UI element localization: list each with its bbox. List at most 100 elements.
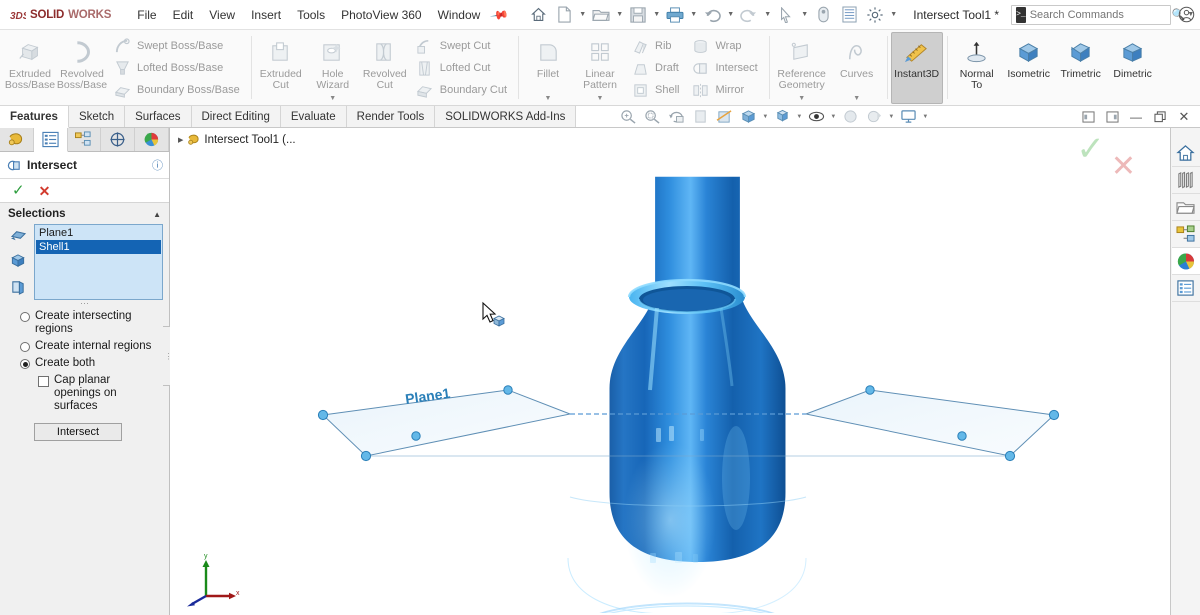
rotate-view-icon[interactable] (664, 106, 688, 127)
plane1-handle-mid-right[interactable] (957, 431, 967, 441)
redo-icon[interactable] (736, 2, 762, 28)
plane1-handle-top-mid-right[interactable] (865, 385, 875, 395)
model-viewport[interactable]: Plane1 (170, 128, 1170, 613)
swept-cut-button[interactable]: Swept Cut (411, 35, 514, 57)
linear-pattern-dropdown-icon[interactable]: ▼ (574, 95, 626, 104)
plane1-right-face[interactable] (804, 389, 1056, 457)
doc-close-icon[interactable]: ✕ (1172, 106, 1196, 127)
display-manager-tab[interactable] (135, 128, 169, 151)
chevron-right-icon[interactable]: ▶ (178, 136, 183, 144)
view-orientation-caret-icon[interactable]: ▼ (760, 106, 770, 127)
revolved-boss-base-button[interactable]: Revolved Boss/Base (56, 32, 108, 94)
doc-minimize-icon[interactable]: — (1124, 106, 1148, 127)
plane1-handle-bottom-left[interactable] (360, 450, 372, 462)
doc-restore-icon[interactable] (1148, 106, 1172, 127)
feature-tree-breadcrumb[interactable]: ▶ Intersect Tool1 (... (178, 133, 296, 146)
plane1-handle-top-left[interactable] (317, 409, 329, 421)
appearances-scenes-icon[interactable] (1171, 248, 1200, 275)
reference-geometry-dropdown-icon[interactable]: ▼ (773, 95, 831, 104)
options-table-icon[interactable] (836, 2, 862, 28)
checkbox-cap-planar-openings[interactable] (38, 376, 49, 387)
configuration-manager-tab[interactable] (68, 128, 102, 151)
hide-show-items-icon[interactable] (804, 106, 828, 127)
design-library-icon[interactable] (1171, 167, 1200, 194)
view-orientation-icon[interactable] (736, 106, 760, 127)
undo-icon[interactable] (699, 2, 725, 28)
boundary-cut-button[interactable]: Boundary Cut (411, 79, 514, 101)
file-explorer-icon[interactable] (1171, 194, 1200, 221)
select-caret-icon[interactable]: ▼ (799, 2, 810, 28)
menu-window[interactable]: Window (430, 4, 489, 26)
home-icon[interactable] (525, 2, 551, 28)
confirm-accept-icon[interactable]: ✓ (1076, 132, 1105, 166)
redo-caret-icon[interactable]: ▼ (762, 2, 773, 28)
property-manager-tab[interactable] (33, 128, 68, 152)
normal-to-button[interactable]: Normal To (951, 32, 1003, 94)
plane1-handle-bottom-right[interactable] (1004, 450, 1016, 462)
apply-scene-icon[interactable] (862, 106, 886, 127)
lofted-boss-base-button[interactable]: Lofted Boss/Base (108, 57, 247, 79)
linear-pattern-button[interactable]: Linear Pattern (574, 32, 626, 94)
tab-surfaces[interactable]: Surfaces (125, 106, 192, 127)
account-circle-icon[interactable] (1171, 1, 1200, 29)
save-caret-icon[interactable]: ▼ (651, 2, 662, 28)
plane1-handle-top-right[interactable] (1048, 409, 1060, 421)
edit-appearance-icon[interactable] (838, 106, 862, 127)
draft-button[interactable]: Draft (626, 57, 686, 79)
plane1-handle-mid-left[interactable] (411, 431, 421, 441)
fillet-button[interactable]: Fillet (522, 32, 574, 83)
plane1-handle-top-mid-left[interactable] (503, 385, 513, 395)
undo-caret-icon[interactable]: ▼ (725, 2, 736, 28)
menu-view[interactable]: View (201, 4, 243, 26)
tab-sketch[interactable]: Sketch (68, 106, 126, 127)
hide-show-caret-icon[interactable]: ▼ (828, 106, 838, 127)
rib-button[interactable]: Rib (626, 35, 686, 57)
shell-button[interactable]: Shell (626, 79, 686, 101)
extruded-boss-base-button[interactable]: Extruded Boss/Base (4, 32, 56, 94)
cancel-button[interactable]: ✕ (39, 184, 51, 198)
custom-properties-icon[interactable] (1171, 275, 1200, 302)
selections-section-header[interactable]: Selections ▲ (0, 203, 169, 224)
option-cap-planar-openings[interactable]: Cap planar openings on surfaces (6, 372, 163, 415)
option-create-intersecting-regions[interactable]: Create intersecting regions (6, 308, 163, 338)
tab-evaluate[interactable]: Evaluate (280, 106, 347, 127)
display-style-caret-icon[interactable]: ▼ (794, 106, 804, 127)
view-settings-caret-icon[interactable]: ▼ (920, 106, 930, 127)
pushpin-icon[interactable]: 📌 (490, 4, 510, 24)
settings-gear-icon[interactable] (862, 2, 888, 28)
radio-create-intersecting-regions[interactable] (20, 312, 30, 322)
wrap-button[interactable]: Wrap (686, 35, 764, 57)
selection-box-resize-grip[interactable]: ⋯ (6, 299, 163, 308)
curves-button[interactable]: Curves (831, 32, 883, 83)
search-commands-box[interactable]: >_ 🔍 ▼ (1011, 4, 1194, 25)
intersect-button[interactable]: Intersect (686, 57, 764, 79)
curves-dropdown-icon[interactable]: ▼ (831, 95, 883, 104)
zoom-to-fit-icon[interactable] (616, 106, 640, 127)
fillet-dropdown-icon[interactable]: ▼ (522, 95, 574, 104)
view-palette-icon[interactable] (1171, 221, 1200, 248)
menu-file[interactable]: File (129, 4, 164, 26)
chevron-up-icon[interactable]: ▲ (153, 210, 161, 219)
hole-wizard-button[interactable]: Hole Wizard (307, 32, 359, 94)
tab-render-tools[interactable]: Render Tools (346, 106, 436, 127)
radio-create-internal-regions[interactable] (20, 342, 30, 352)
plane-selection-icon[interactable] (10, 228, 27, 243)
swept-boss-base-button[interactable]: Swept Boss/Base (108, 35, 247, 57)
confirm-cancel-icon[interactable]: ✕ (1111, 150, 1136, 184)
dimxpert-manager-tab[interactable] (101, 128, 136, 151)
menu-photoview360[interactable]: PhotoView 360 (333, 4, 430, 26)
pan-icon[interactable] (688, 106, 712, 127)
feature-manager-tab[interactable] (0, 128, 34, 151)
graphics-area[interactable]: ▶ Intersect Tool1 (... ✓ ✕ Plane1 y x (170, 128, 1170, 615)
extruded-cut-button[interactable]: Extruded Cut (255, 32, 307, 94)
lofted-cut-button[interactable]: Lofted Cut (411, 57, 514, 79)
reference-geometry-button[interactable]: Reference Geometry (773, 32, 831, 94)
select-arrow-icon[interactable] (773, 2, 799, 28)
new-document-caret-icon[interactable]: ▼ (577, 2, 588, 28)
apply-scene-caret-icon[interactable]: ▼ (886, 106, 896, 127)
intersect-action-button[interactable]: Intersect (34, 423, 122, 441)
zoom-to-area-icon[interactable] (640, 106, 664, 127)
view-settings-icon[interactable] (896, 106, 920, 127)
menu-tools[interactable]: Tools (289, 4, 333, 26)
selection-list-box[interactable]: Plane1 Shell1 (34, 224, 163, 300)
